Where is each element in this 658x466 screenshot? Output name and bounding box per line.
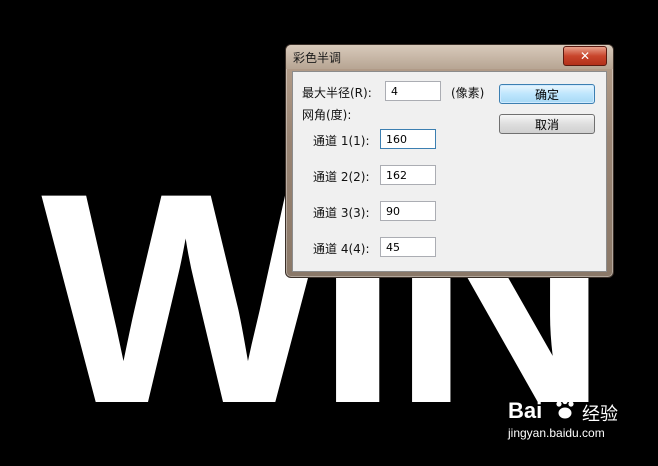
max-radius-input[interactable]: [385, 81, 441, 101]
color-halftone-dialog: 彩色半调 ✕ 最大半径(R): (像素) 网角(度): 通道 1(1): 通道 …: [285, 44, 614, 278]
close-button[interactable]: ✕: [563, 46, 607, 66]
channel-1-input[interactable]: [380, 129, 436, 149]
channel-4-label: 通道 4(4):: [313, 242, 370, 256]
dialog-title: 彩色半调: [293, 51, 342, 65]
cancel-button-label: 取消: [534, 117, 559, 132]
screen-angles-label: 网角(度):: [302, 108, 352, 122]
jingyan-brand-text: 经验: [582, 404, 618, 425]
cancel-button[interactable]: 取消: [499, 114, 595, 134]
channel-2-label: 通道 2(2):: [313, 170, 370, 184]
ok-button[interactable]: 确定: [499, 84, 595, 104]
max-radius-label: 最大半径(R):: [302, 86, 372, 100]
channel-3-input[interactable]: [380, 201, 436, 221]
channel-4-input[interactable]: [380, 237, 436, 257]
channel-2-input[interactable]: [380, 165, 436, 185]
channel-3-label: 通道 3(3):: [313, 206, 370, 220]
ok-button-label: 确定: [534, 87, 559, 102]
channel-1-label: 通道 1(1):: [313, 134, 370, 148]
watermark-url: jingyan.baidu.com: [508, 426, 605, 440]
close-icon: ✕: [579, 49, 591, 63]
max-radius-unit: (像素): [451, 86, 485, 100]
paw-icon: [554, 398, 576, 425]
baidu-brand-text: Bai: [508, 398, 543, 423]
dialog-client-area: 最大半径(R): (像素) 网角(度): 通道 1(1): 通道 2(2): 通…: [292, 71, 607, 272]
dialog-titlebar[interactable]: 彩色半调 ✕: [286, 45, 613, 69]
watermark: Bai 经验 jingyan.baidu.com: [508, 398, 656, 444]
